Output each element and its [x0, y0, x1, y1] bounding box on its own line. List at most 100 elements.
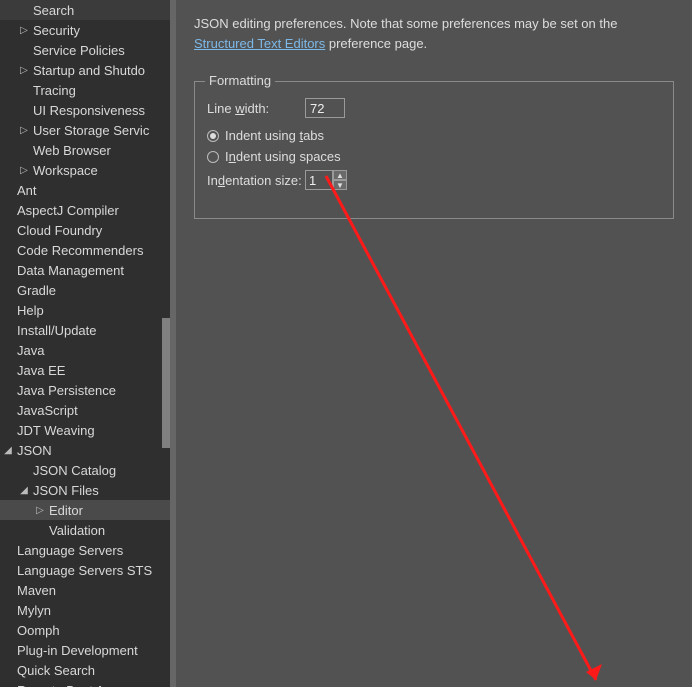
no-expand-icon — [18, 84, 30, 96]
no-expand-icon — [2, 184, 14, 196]
no-expand-icon — [34, 524, 46, 536]
tree-item-java-ee[interactable]: Java EE — [0, 360, 170, 380]
tree-item-cloud-foundry[interactable]: Cloud Foundry — [0, 220, 170, 240]
tree-item-service-policies[interactable]: Service Policies — [0, 40, 170, 60]
tree-item-label: Oomph — [14, 623, 60, 638]
tree-item-label: Mylyn — [14, 603, 51, 618]
no-expand-icon — [18, 144, 30, 156]
no-expand-icon — [18, 104, 30, 116]
tree-item-remote-boot-apps[interactable]: Remote Boot Apps — [0, 680, 170, 687]
structured-text-editors-link[interactable]: Structured Text Editors — [194, 36, 325, 51]
spinner-down-button[interactable]: ▼ — [333, 180, 347, 190]
preferences-tree[interactable]: Search▷SecurityService Policies▷Startup … — [0, 0, 170, 687]
tree-item-label: Install/Update — [14, 323, 97, 338]
tree-item-javascript[interactable]: JavaScript — [0, 400, 170, 420]
tree-item-label: Cloud Foundry — [14, 223, 102, 238]
indent-size-label: Indentation size: — [207, 173, 305, 188]
tree-item-ui-responsiveness[interactable]: UI Responsiveness — [0, 100, 170, 120]
tree-item-label: Java — [14, 343, 44, 358]
tree-item-startup-and-shutdo[interactable]: ▷Startup and Shutdo — [0, 60, 170, 80]
no-expand-icon — [18, 44, 30, 56]
tree-item-editor[interactable]: ▷Editor — [0, 500, 170, 520]
tree-item-label: Help — [14, 303, 44, 318]
tree-item-label: JSON Files — [30, 483, 99, 498]
no-expand-icon — [2, 364, 14, 376]
no-expand-icon — [2, 224, 14, 236]
formatting-legend: Formatting — [205, 73, 275, 88]
indent-spaces-label: Indent using spaces — [225, 149, 341, 164]
no-expand-icon — [2, 204, 14, 216]
tree-item-gradle[interactable]: Gradle — [0, 280, 170, 300]
collapsed-icon[interactable]: ▷ — [18, 124, 30, 136]
tree-item-web-browser[interactable]: Web Browser — [0, 140, 170, 160]
tree-item-label: Remote Boot Apps — [14, 683, 125, 687]
tree-item-user-storage-servic[interactable]: ▷User Storage Servic — [0, 120, 170, 140]
tree-item-label: Workspace — [30, 163, 98, 178]
tree-item-maven[interactable]: Maven — [0, 580, 170, 600]
tree-item-label: Language Servers STS — [14, 563, 152, 578]
tree-item-oomph[interactable]: Oomph — [0, 620, 170, 640]
tree-item-java[interactable]: Java — [0, 340, 170, 360]
no-expand-icon — [2, 644, 14, 656]
tree-item-data-management[interactable]: Data Management — [0, 260, 170, 280]
preference-page-panel: JSON editing preferences. Note that some… — [176, 0, 692, 687]
tree-item-java-persistence[interactable]: Java Persistence — [0, 380, 170, 400]
collapsed-icon[interactable]: ▷ — [18, 164, 30, 176]
tree-item-label: JavaScript — [14, 403, 78, 418]
intro-text: JSON editing preferences. Note that some… — [194, 16, 617, 31]
indent-size-input[interactable] — [305, 170, 333, 190]
tree-item-label: Plug-in Development — [14, 643, 138, 658]
expanded-icon[interactable]: ◢ — [2, 444, 14, 456]
tree-item-label: Java Persistence — [14, 383, 116, 398]
spinner-up-button[interactable]: ▲ — [333, 170, 347, 180]
no-expand-icon — [2, 284, 14, 296]
tree-item-label: Editor — [46, 503, 83, 518]
tree-item-label: AspectJ Compiler — [14, 203, 119, 218]
tree-item-label: JSON Catalog — [30, 463, 116, 478]
tree-item-label: Search — [30, 3, 74, 18]
tree-item-json-catalog[interactable]: JSON Catalog — [0, 460, 170, 480]
tree-item-code-recommenders[interactable]: Code Recommenders — [0, 240, 170, 260]
tree-item-label: Language Servers — [14, 543, 123, 558]
tree-item-install-update[interactable]: Install/Update — [0, 320, 170, 340]
tree-item-label: Quick Search — [14, 663, 95, 678]
collapsed-icon[interactable]: ▷ — [34, 504, 46, 516]
tree-item-workspace[interactable]: ▷Workspace — [0, 160, 170, 180]
sidebar-scrollbar-thumb[interactable] — [162, 318, 170, 448]
no-expand-icon — [2, 304, 14, 316]
no-expand-icon — [2, 564, 14, 576]
tree-item-ant[interactable]: Ant — [0, 180, 170, 200]
indent-spaces-radio[interactable] — [207, 151, 219, 163]
indent-tabs-radio[interactable] — [207, 130, 219, 142]
tree-item-label: Startup and Shutdo — [30, 63, 145, 78]
tree-item-language-servers[interactable]: Language Servers — [0, 540, 170, 560]
no-expand-icon — [2, 604, 14, 616]
line-width-input[interactable] — [305, 98, 345, 118]
no-expand-icon — [2, 404, 14, 416]
no-expand-icon — [2, 324, 14, 336]
tree-item-validation[interactable]: Validation — [0, 520, 170, 540]
indent-tabs-label: Indent using tabs — [225, 128, 324, 143]
tree-item-jdt-weaving[interactable]: JDT Weaving — [0, 420, 170, 440]
tree-item-label: UI Responsiveness — [30, 103, 145, 118]
tree-item-help[interactable]: Help — [0, 300, 170, 320]
tree-item-label: JSON — [14, 443, 52, 458]
tree-item-json[interactable]: ◢JSON — [0, 440, 170, 460]
tree-item-language-servers-sts[interactable]: Language Servers STS — [0, 560, 170, 580]
collapsed-icon[interactable]: ▷ — [18, 24, 30, 36]
tree-item-mylyn[interactable]: Mylyn — [0, 600, 170, 620]
tree-item-quick-search[interactable]: Quick Search — [0, 660, 170, 680]
expanded-icon[interactable]: ◢ — [18, 484, 30, 496]
tree-item-security[interactable]: ▷Security — [0, 20, 170, 40]
tree-item-label: Security — [30, 23, 80, 38]
collapsed-icon[interactable]: ▷ — [18, 64, 30, 76]
tree-item-json-files[interactable]: ◢JSON Files — [0, 480, 170, 500]
tree-item-search[interactable]: Search — [0, 0, 170, 20]
tree-item-label: Code Recommenders — [14, 243, 143, 258]
tree-item-tracing[interactable]: Tracing — [0, 80, 170, 100]
tree-item-label: Web Browser — [30, 143, 111, 158]
tree-item-aspectj-compiler[interactable]: AspectJ Compiler — [0, 200, 170, 220]
indent-size-spinner[interactable]: ▲ ▼ — [305, 170, 347, 190]
tree-item-plug-in-development[interactable]: Plug-in Development — [0, 640, 170, 660]
tree-item-label: Validation — [46, 523, 105, 538]
